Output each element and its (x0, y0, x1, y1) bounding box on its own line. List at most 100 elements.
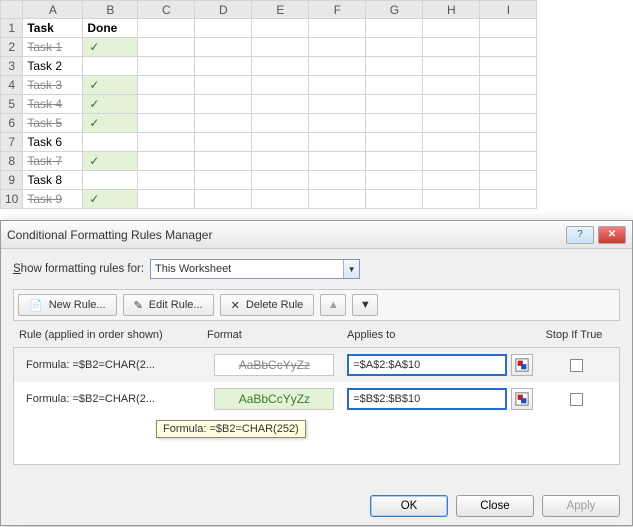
cell[interactable] (366, 57, 423, 76)
column-header[interactable]: I (480, 1, 537, 19)
cell[interactable]: ✓ (83, 76, 138, 95)
cell[interactable]: Task 8 (23, 171, 83, 190)
column-header[interactable]: D (195, 1, 252, 19)
cell[interactable] (423, 171, 480, 190)
cell[interactable] (309, 133, 366, 152)
cell[interactable] (423, 133, 480, 152)
cell[interactable] (138, 190, 195, 209)
cell[interactable]: Task 6 (23, 133, 83, 152)
cell[interactable] (309, 38, 366, 57)
cell[interactable] (83, 171, 138, 190)
row-header[interactable]: 9 (1, 171, 23, 190)
cell[interactable] (423, 38, 480, 57)
rules-list[interactable]: Formula: =$B2=CHAR(2...AaBbCcYyZz=$A$2:$… (13, 347, 620, 465)
cell[interactable] (195, 171, 252, 190)
row-header[interactable]: 1 (1, 19, 23, 38)
cell[interactable]: Task 1 (23, 38, 83, 57)
cell[interactable] (138, 152, 195, 171)
column-header[interactable]: A (23, 1, 83, 19)
edit-rule-button[interactable]: ✎Edit Rule... (123, 294, 214, 316)
row-header[interactable]: 3 (1, 57, 23, 76)
row-header[interactable]: 8 (1, 152, 23, 171)
cell[interactable] (309, 76, 366, 95)
cell[interactable] (309, 171, 366, 190)
cell[interactable] (309, 114, 366, 133)
cell[interactable] (309, 19, 366, 38)
column-header[interactable]: C (138, 1, 195, 19)
cell[interactable] (366, 152, 423, 171)
cell[interactable] (83, 133, 138, 152)
cell[interactable] (480, 171, 537, 190)
cell[interactable]: Task 9 (23, 190, 83, 209)
cell[interactable] (195, 95, 252, 114)
cell[interactable] (480, 95, 537, 114)
cell[interactable] (138, 171, 195, 190)
cell[interactable] (252, 152, 309, 171)
cell[interactable] (195, 57, 252, 76)
close-dialog-button[interactable]: Close (456, 495, 534, 517)
scope-combobox[interactable]: This Worksheet ▼ (150, 259, 360, 279)
rule-row[interactable]: Formula: =$B2=CHAR(2...AaBbCcYyZz=$A$2:$… (14, 348, 619, 382)
cell[interactable] (252, 38, 309, 57)
cell[interactable] (480, 19, 537, 38)
cell[interactable] (138, 19, 195, 38)
row-header[interactable]: 7 (1, 133, 23, 152)
cell[interactable] (366, 114, 423, 133)
stop-if-true-checkbox[interactable] (570, 359, 583, 372)
cell[interactable] (252, 190, 309, 209)
cell[interactable] (480, 152, 537, 171)
cell[interactable] (423, 19, 480, 38)
cell[interactable]: ✓ (83, 152, 138, 171)
cell[interactable] (195, 133, 252, 152)
row-header[interactable]: 6 (1, 114, 23, 133)
cell[interactable] (423, 190, 480, 209)
ok-button[interactable]: OK (370, 495, 448, 517)
cell[interactable] (480, 38, 537, 57)
cell[interactable] (423, 95, 480, 114)
cell[interactable] (138, 95, 195, 114)
cell[interactable] (366, 171, 423, 190)
column-header[interactable]: F (309, 1, 366, 19)
cell[interactable] (309, 57, 366, 76)
cell[interactable] (480, 76, 537, 95)
cell[interactable] (366, 76, 423, 95)
cell[interactable]: Task 3 (23, 76, 83, 95)
cell[interactable] (252, 133, 309, 152)
close-button[interactable]: ✕ (598, 226, 626, 244)
applies-to-input[interactable]: =$A$2:$A$10 (347, 354, 507, 376)
cell[interactable]: ✓ (83, 38, 138, 57)
column-header[interactable]: E (252, 1, 309, 19)
range-selector-button[interactable] (511, 354, 533, 376)
move-up-button[interactable]: ▲ (320, 294, 346, 316)
new-rule-button[interactable]: 📄New Rule... (18, 294, 117, 316)
column-header[interactable]: G (366, 1, 423, 19)
cell[interactable] (423, 152, 480, 171)
cell[interactable] (366, 190, 423, 209)
cell[interactable] (423, 114, 480, 133)
cell[interactable] (195, 19, 252, 38)
rule-row[interactable]: Formula: =$B2=CHAR(2...AaBbCcYyZz=$B$2:$… (14, 382, 619, 416)
cell[interactable] (252, 114, 309, 133)
dialog-titlebar[interactable]: Conditional Formatting Rules Manager ? ✕ (1, 221, 632, 249)
cell[interactable] (252, 171, 309, 190)
cell[interactable] (83, 57, 138, 76)
cell[interactable] (138, 38, 195, 57)
row-header[interactable]: 4 (1, 76, 23, 95)
cell[interactable] (252, 76, 309, 95)
apply-button[interactable]: Apply (542, 495, 620, 517)
cell[interactable] (480, 114, 537, 133)
row-header[interactable]: 2 (1, 38, 23, 57)
cell[interactable] (195, 76, 252, 95)
cell[interactable]: Task (23, 19, 83, 38)
chevron-down-icon[interactable]: ▼ (343, 260, 359, 278)
row-header[interactable]: 10 (1, 190, 23, 209)
cell[interactable] (480, 57, 537, 76)
applies-to-input[interactable]: =$B$2:$B$10 (347, 388, 507, 410)
cell[interactable] (480, 133, 537, 152)
help-button[interactable]: ? (566, 226, 594, 244)
row-header[interactable]: 5 (1, 95, 23, 114)
cell[interactable] (195, 152, 252, 171)
cell[interactable] (195, 190, 252, 209)
range-selector-button[interactable] (511, 388, 533, 410)
cell[interactable]: ✓ (83, 95, 138, 114)
